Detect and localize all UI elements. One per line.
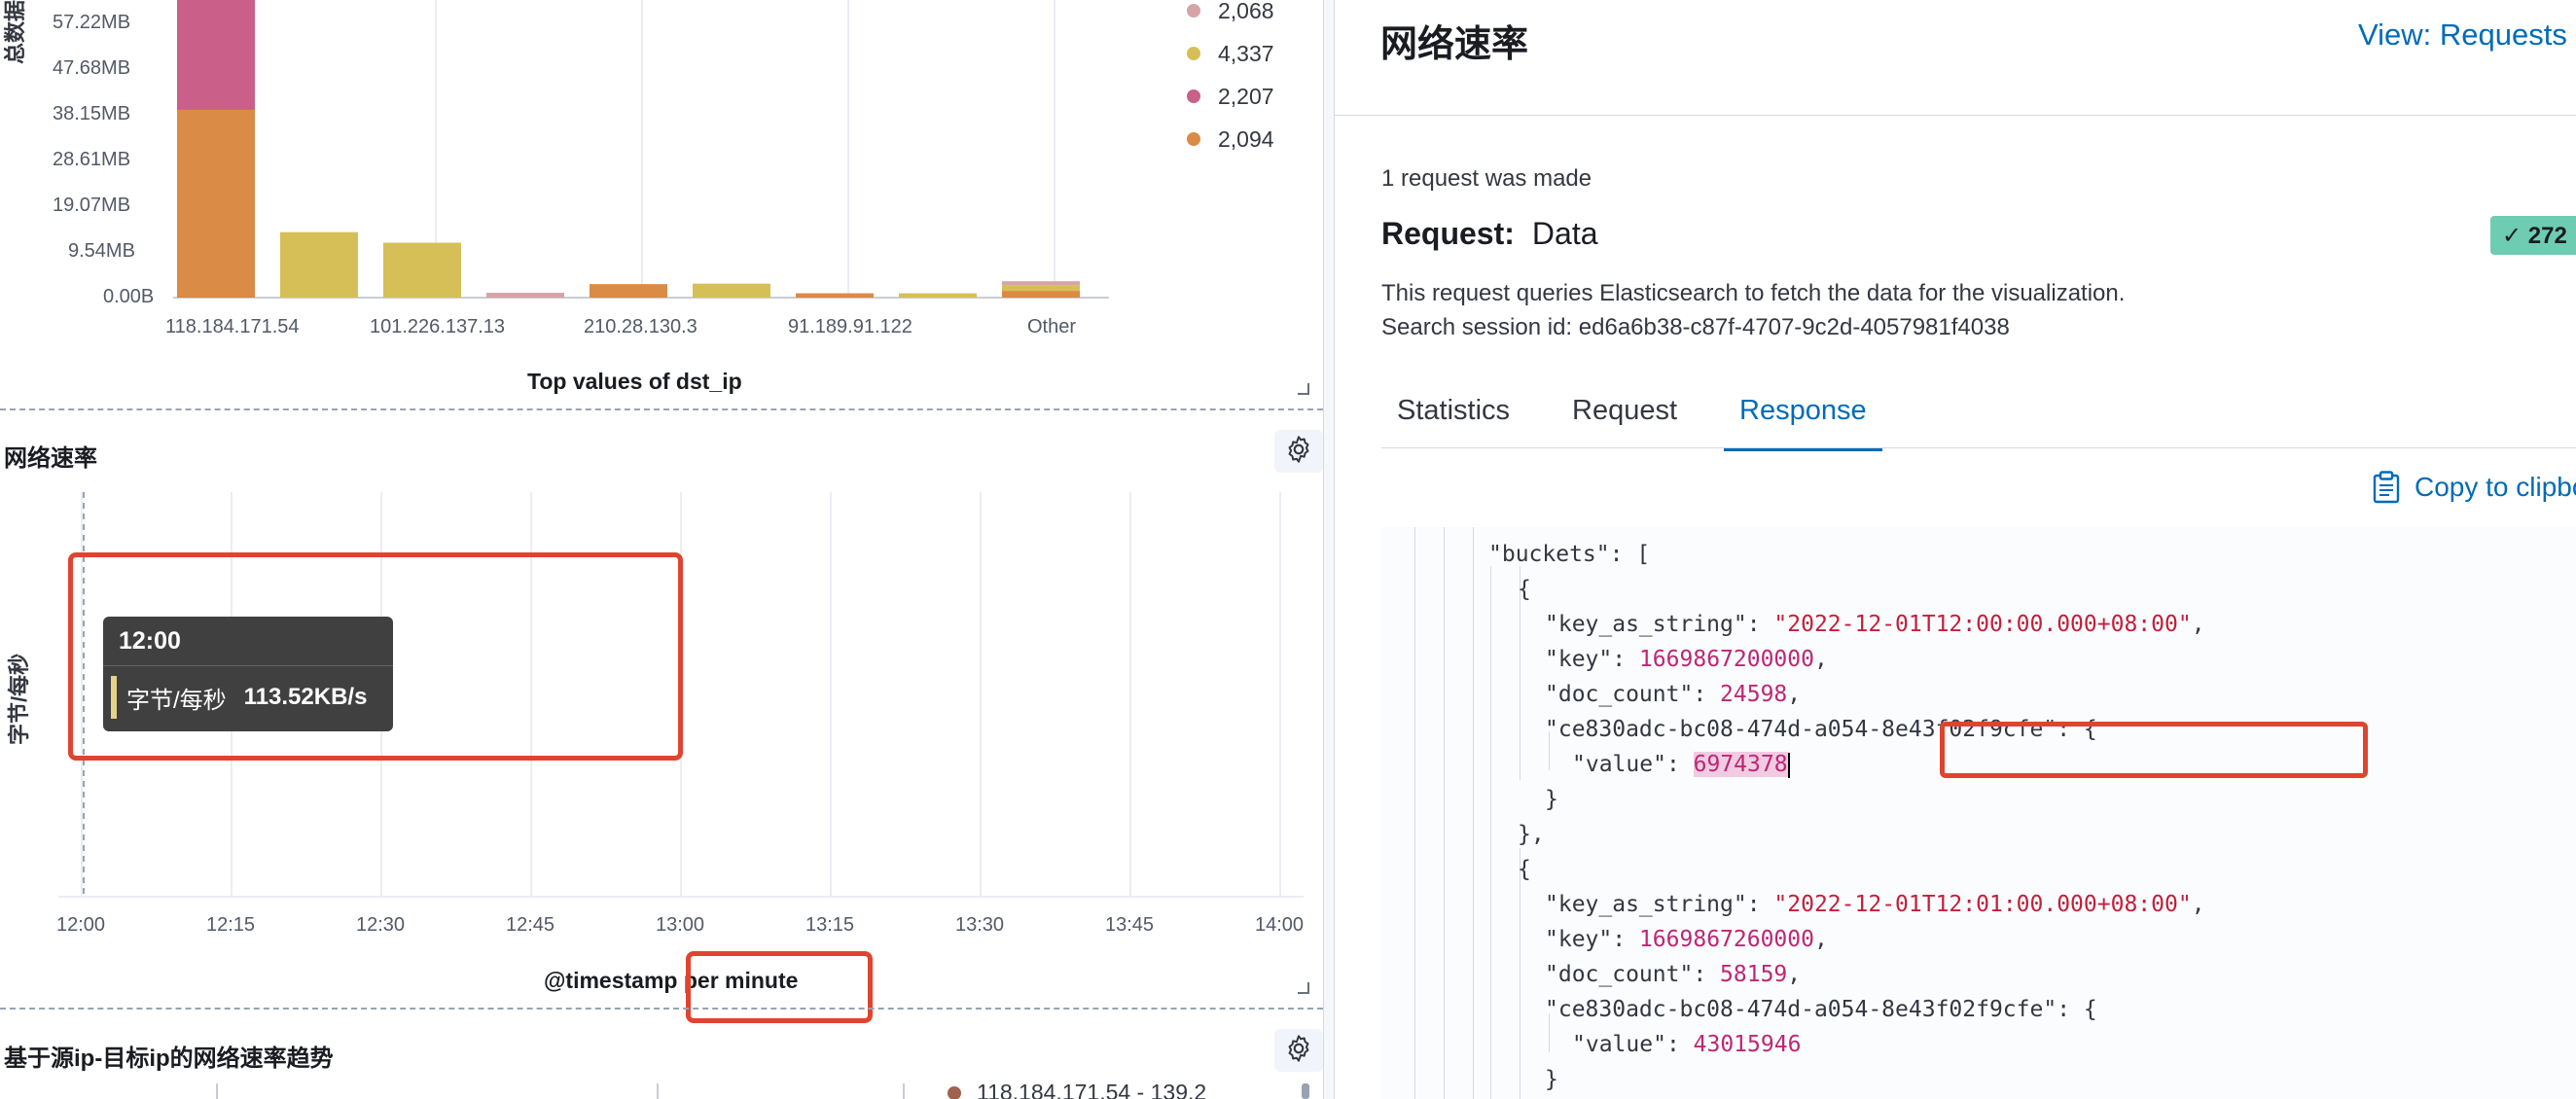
- x-tick: 12:30: [356, 914, 406, 936]
- x-tick: 12:15: [206, 914, 256, 936]
- bottom-chart-gridline: [216, 1083, 218, 1099]
- bar-segment: [280, 231, 358, 298]
- bar-segment: [590, 284, 667, 298]
- x-tick: 13:45: [1105, 914, 1155, 936]
- code-line: "doc_count": 58159,: [1545, 962, 1802, 987]
- code-line: "key": 1669867260000,: [1545, 927, 1828, 952]
- x-tick: 101.226.137.13: [370, 316, 506, 337]
- legend-item[interactable]: 2,094: [1187, 124, 1274, 154]
- panel-separator: [0, 1008, 1323, 1010]
- request-description: This request queries Elasticsearch to fe…: [1381, 280, 2126, 306]
- tab-statistics[interactable]: Statistics: [1381, 385, 1525, 447]
- dashboard-panels: 总数据 57.22MB 47.68MB 38.15MB 28.61MB 19.0…: [0, 0, 1323, 1099]
- bar-segment: [486, 293, 564, 298]
- tooltip-value: 113.52KB/s: [243, 684, 368, 710]
- indent-guide: [1414, 527, 1415, 1099]
- x-tick: 91.189.91.122: [788, 316, 912, 337]
- bottom-chart-gridline: [657, 1083, 659, 1099]
- top-bar-chart: [173, 0, 1109, 299]
- indent-guide: [1473, 527, 1474, 1099]
- bar-segment: [796, 293, 874, 298]
- code-line: "buckets": [: [1488, 542, 1651, 567]
- x-tick: Other: [1027, 316, 1077, 337]
- panel-separator: [0, 408, 1323, 410]
- x-tick: 13:30: [955, 914, 1005, 936]
- legend-item[interactable]: 2,068: [1187, 0, 1274, 25]
- x-tick: 12:45: [506, 914, 555, 936]
- status-badge: ✓ 272: [2490, 216, 2576, 255]
- bottom-chart-gridline: [903, 1083, 905, 1099]
- annotation-highlight-xtitle: [686, 951, 873, 1023]
- copy-to-clipboard-button[interactable]: Copy to clipboard: [2372, 471, 2576, 504]
- bar-segment: [177, 109, 255, 298]
- inspector-tabs: Statistics Request Response: [1381, 385, 1914, 451]
- annotation-highlight-value: [1940, 722, 2368, 778]
- x-tick: 12:00: [56, 914, 106, 936]
- x-tick: 13:00: [656, 914, 705, 936]
- x-tick: 210.28.130.3: [584, 316, 698, 337]
- code-line: "key_as_string": "2022-12-01T12:01:00.00…: [1545, 892, 2205, 917]
- panel-options-button[interactable]: [1274, 1029, 1323, 1072]
- code-line: "key": 1669867200000,: [1545, 647, 1828, 672]
- bar-segment: [1002, 285, 1080, 292]
- view-requests-dropdown[interactable]: View: Requests: [2358, 18, 2567, 53]
- response-code-block[interactable]: "buckets": [ { "key_as_string": "2022-12…: [1381, 527, 2576, 1099]
- bar-segment: [177, 0, 255, 110]
- code-line: "key_as_string": "2022-12-01T12:00:00.00…: [1545, 612, 2205, 637]
- code-line: "ce830adc-bc08-474d-a054-8e43f02f9cfe": …: [1545, 997, 2097, 1022]
- clipboard-icon: [2372, 471, 2401, 504]
- code-line: "value": 43015946: [1572, 1032, 1802, 1057]
- indent-guide: [1444, 527, 1445, 1099]
- request-count: 1 request was made: [1381, 165, 1592, 192]
- request-label: Request:: [1381, 216, 1515, 251]
- tab-request[interactable]: Request: [1556, 385, 1693, 447]
- legend-scrollbar[interactable]: [1302, 1083, 1309, 1099]
- tooltip-label: 字节/每秒: [126, 687, 227, 714]
- request-name: Data: [1531, 216, 1598, 251]
- search-session-id: Search session id: ed6a6b38-c87f-4707-9c…: [1381, 314, 2010, 340]
- indent-guide: [1490, 566, 1491, 1099]
- top-chart-x-title: Top values of dst_ip: [527, 369, 742, 394]
- bar-segment: [1002, 291, 1080, 298]
- x-tick: 14:00: [1255, 914, 1305, 936]
- resize-handle[interactable]: [1298, 383, 1309, 395]
- x-tick: 13:15: [805, 914, 855, 936]
- code-line: },: [1518, 822, 1545, 847]
- code-line: {: [1518, 857, 1531, 882]
- flyout-divider[interactable]: [1323, 0, 1335, 1099]
- code-line: }: [1545, 787, 1558, 812]
- legend-item[interactable]: 2,207: [1187, 82, 1274, 111]
- bar-segment: [1002, 281, 1080, 286]
- flyout-header-divider: [1335, 115, 2576, 116]
- code-line: "doc_count": 24598,: [1545, 682, 1802, 707]
- gear-icon: [1283, 434, 1314, 470]
- inspector-flyout: 网络速率 View: Requests 1 request was made R…: [1335, 0, 2576, 1099]
- bottom-panel-title: 基于源ip-目标ip的网络速率趋势: [4, 1046, 334, 1072]
- gear-icon: [1283, 1033, 1314, 1069]
- request-selector[interactable]: Request: Data: [1381, 216, 1598, 252]
- mid-panel-title: 网络速率: [4, 445, 97, 472]
- bar-segment: [899, 293, 977, 298]
- tooltip-time: 12:00: [103, 617, 393, 666]
- bar-segment: [383, 242, 461, 298]
- code-line-selected-value: "value": 6974378: [1572, 752, 1790, 778]
- tab-response[interactable]: Response: [1724, 385, 1882, 451]
- code-line: }: [1545, 1067, 1558, 1092]
- bar-segment: [693, 283, 770, 298]
- tabs-underline: [1381, 447, 2576, 448]
- chart-tooltip: 12:00 字节/每秒 113.52KB/s: [103, 617, 393, 731]
- tooltip-series-swatch: [111, 676, 117, 719]
- panel-options-button[interactable]: [1274, 430, 1323, 473]
- code-line: {: [1518, 577, 1531, 602]
- flyout-title: 网络速率: [1380, 24, 1529, 65]
- bottom-legend-item[interactable]: 118.184.171.54 - 139.2: [948, 1080, 1206, 1099]
- x-tick: 118.184.171.54: [165, 316, 300, 337]
- legend-item[interactable]: 4,337: [1187, 39, 1274, 68]
- resize-handle[interactable]: [1298, 982, 1309, 994]
